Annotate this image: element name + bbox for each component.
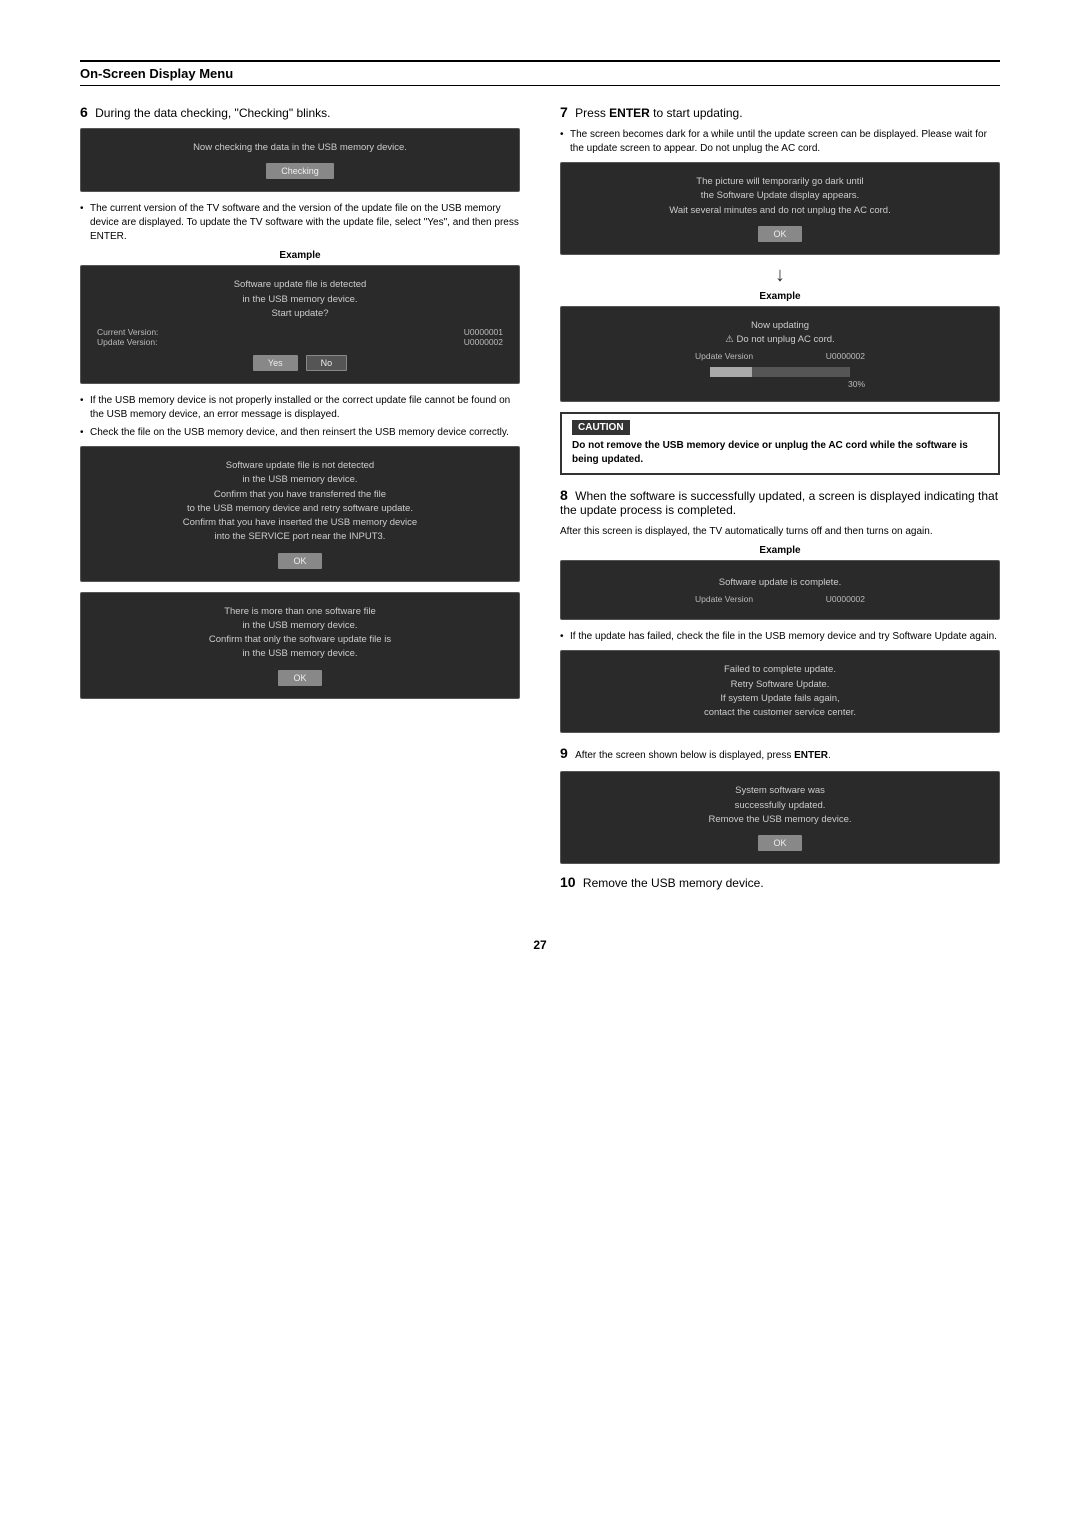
step7-example-label: Example: [560, 291, 1000, 302]
step6-s3-l1: Software update file is not detected: [183, 459, 417, 473]
left-column: 6 During the data checking, "Checking" b…: [80, 104, 520, 898]
step6-bullet2: If the USB memory device is not properly…: [80, 394, 520, 422]
step6-title: During the data checking, "Checking" bli…: [95, 106, 330, 120]
arrow-down-icon: ↓: [560, 265, 1000, 285]
step6-screen3: Software update file is not detected in …: [80, 446, 520, 582]
step6-screen2-line2: in the USB memory device.: [234, 293, 367, 307]
step6-screen2: Software update file is detected in the …: [80, 265, 520, 384]
step6-screen4: There is more than one software file in …: [80, 592, 520, 699]
step6-s3-l2: in the USB memory device.: [183, 473, 417, 487]
step9-heading: 9 After the screen shown below is displa…: [560, 745, 1000, 763]
step6-num: 6: [80, 104, 88, 120]
step8-s2-l1: Failed to complete update.: [704, 663, 856, 677]
step6-s3-l5: Confirm that you have inserted the USB m…: [183, 516, 417, 530]
step7-s1-l1: The picture will temporarily go dark unt…: [669, 175, 890, 189]
step9-s1-l2: successfully updated.: [708, 799, 851, 813]
step7-progress-bar: [710, 367, 850, 377]
step6-bullet1: The current version of the TV software a…: [80, 202, 520, 244]
step8-s2-l2: Retry Software Update.: [704, 678, 856, 692]
step8-num: 8: [560, 487, 568, 503]
step6-screen1-text: Now checking the data in the USB memory …: [193, 141, 407, 155]
step6-yes-btn[interactable]: Yes: [253, 355, 298, 371]
step7-s2-l1: Now updating: [725, 319, 834, 333]
step7-screen2: Now updating ⚠ Do not unplug AC cord. Up…: [560, 306, 1000, 403]
step8-example-label: Example: [560, 545, 1000, 556]
step8-bullet1: If the update has failed, check the file…: [560, 630, 1000, 644]
step10-num: 10: [560, 874, 576, 890]
step6-current-version-val: U0000001: [464, 327, 503, 337]
section-header: On-Screen Display Menu: [80, 60, 1000, 86]
step6-s4-l3: Confirm that only the software update fi…: [209, 633, 391, 647]
caution-title: CAUTION: [572, 420, 630, 435]
step9-ok-btn[interactable]: OK: [758, 835, 801, 851]
step9-num: 9: [560, 745, 568, 761]
step6-example-label1: Example: [80, 250, 520, 261]
step7-heading: 7 Press ENTER to start updating.: [560, 104, 1000, 120]
step7-bullet-list: The screen becomes dark for a while unti…: [560, 128, 1000, 156]
step6-screen1: Now checking the data in the USB memory …: [80, 128, 520, 192]
step7-update-version-label: Update Version: [695, 351, 753, 361]
step8-screen1: Software update is complete. Update Vers…: [560, 560, 1000, 620]
step9-s1-l3: Remove the USB memory device.: [708, 813, 851, 827]
step6-checking-btn[interactable]: Checking: [266, 163, 334, 179]
step6-bullet-list-1: The current version of the TV software a…: [80, 202, 520, 244]
step8-s1-l1: Software update is complete.: [719, 576, 842, 590]
step7-screen1: The picture will temporarily go dark unt…: [560, 162, 1000, 255]
step7-update-version-val: U0000002: [826, 351, 865, 361]
step6-s3-l6: into the SERVICE port near the INPUT3.: [183, 530, 417, 544]
step9-screen1: System software was successfully updated…: [560, 771, 1000, 864]
step6-s3-l4: to the USB memory device and retry softw…: [183, 502, 417, 516]
step6-s4-l4: in the USB memory device.: [209, 647, 391, 661]
step8-update-version-label: Update Version: [695, 594, 753, 604]
step8-s2-l4: contact the customer service center.: [704, 706, 856, 720]
step10-heading: 10 Remove the USB memory device.: [560, 874, 1000, 890]
step10-title: Remove the USB memory device.: [583, 876, 764, 890]
step7-s2-l2: ⚠ Do not unplug AC cord.: [725, 333, 834, 347]
step8-title: When the software is successfully update…: [560, 489, 998, 517]
caution-text: Do not remove the USB memory device or u…: [572, 439, 988, 467]
step6-screen4-ok-btn[interactable]: OK: [278, 670, 321, 686]
step7-screen1-ok-btn[interactable]: OK: [758, 226, 801, 242]
step6-s4-l2: in the USB memory device.: [209, 619, 391, 633]
step6-heading: 6 During the data checking, "Checking" b…: [80, 104, 520, 120]
step6-bullet-list-2: If the USB memory device is not properly…: [80, 394, 520, 440]
caution-box: CAUTION Do not remove the USB memory dev…: [560, 412, 1000, 475]
step8-bullet-list: If the update has failed, check the file…: [560, 630, 1000, 644]
step7-bullet1: The screen becomes dark for a while unti…: [560, 128, 1000, 156]
step6-update-version-label: Update Version:: [97, 337, 157, 347]
right-column: 7 Press ENTER to start updating. The scr…: [560, 104, 1000, 898]
step9-s1-l1: System software was: [708, 784, 851, 798]
step6-update-version-val: U0000002: [464, 337, 503, 347]
step6-screen3-ok-btn[interactable]: OK: [278, 553, 321, 569]
step7-progress-pct: 30%: [695, 379, 865, 389]
step6-screen2-line1: Software update file is detected: [234, 278, 367, 292]
step6-no-btn[interactable]: No: [306, 355, 348, 371]
step6-s4-l1: There is more than one software file: [209, 605, 391, 619]
step8-screen2: Failed to complete update. Retry Softwar…: [560, 650, 1000, 733]
step8-s2-l3: If system Update fails again,: [704, 692, 856, 706]
step6-screen2-line3: Start update?: [234, 307, 367, 321]
step7-num: 7: [560, 104, 568, 120]
step7-progress-fill: [710, 367, 752, 377]
step6-s3-l3: Confirm that you have transferred the fi…: [183, 488, 417, 502]
step6-current-version-label: Current Version:: [97, 327, 158, 337]
main-content: 6 During the data checking, "Checking" b…: [80, 104, 1000, 898]
step7-s1-l2: the Software Update display appears.: [669, 189, 890, 203]
step6-bullet3: Check the file on the USB memory device,…: [80, 426, 520, 440]
step8-update-version-val: U0000002: [826, 594, 865, 604]
step6-screen1-btn-row: Checking: [266, 163, 334, 179]
step8-heading: 8 When the software is successfully upda…: [560, 487, 1000, 517]
step8-body: After this screen is displayed, the TV a…: [560, 525, 1000, 539]
step7-s1-l3: Wait several minutes and do not unplug t…: [669, 204, 890, 218]
page-number: 27: [80, 938, 1000, 952]
section-title: On-Screen Display Menu: [80, 66, 1000, 81]
